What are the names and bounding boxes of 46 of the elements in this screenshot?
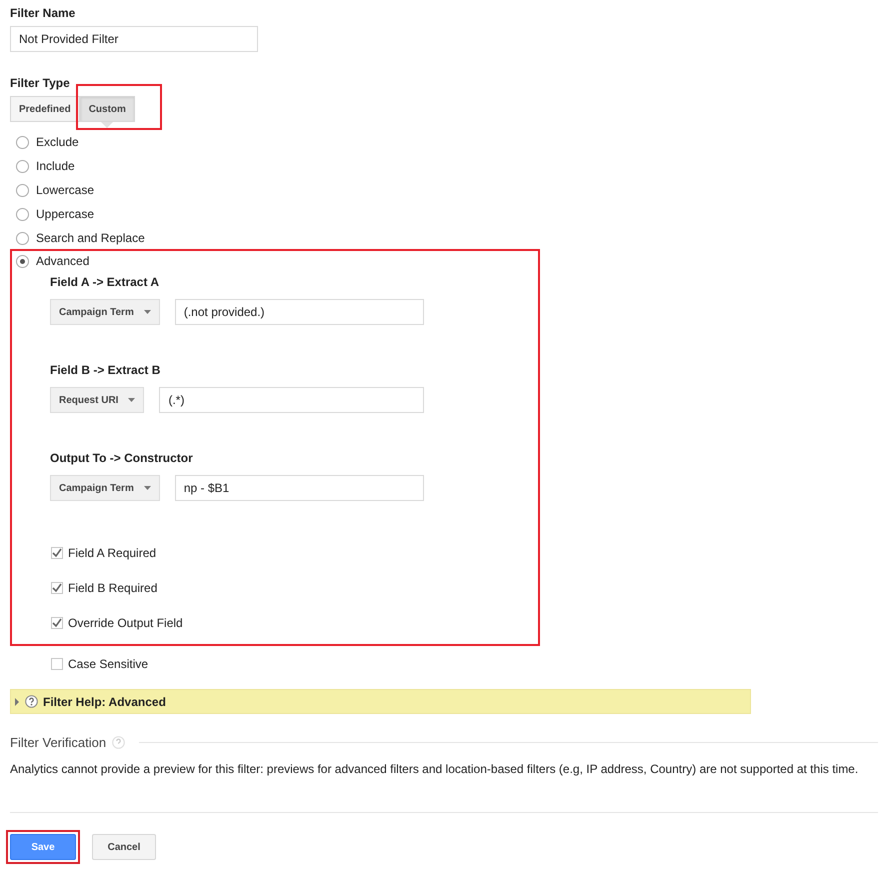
- checkbox-label: Override Output Field: [68, 616, 183, 630]
- checkbox-label: Field A Required: [68, 546, 156, 560]
- help-icon: [25, 695, 38, 708]
- radio-label: Exclude: [36, 135, 79, 149]
- text-field[interactable]: (.*): [159, 387, 424, 413]
- field-label: Filter Type: [10, 76, 71, 90]
- radio-button[interactable]: [16, 208, 29, 220]
- dropdown[interactable]: Request URI: [50, 387, 144, 413]
- verification-message: Analytics cannot provide a preview for this filter: previews for advanced filters and location-based filters (e.g, IP address, Country) are not supported at this time.: [10, 762, 860, 776]
- section-title: Filter Verification: [10, 735, 106, 750]
- radio-label: Uppercase: [36, 207, 94, 221]
- checkbox[interactable]: [51, 658, 63, 670]
- cancel-button[interactable]: Cancel: [92, 834, 156, 860]
- checkbox-label: Case Sensitive: [68, 656, 148, 670]
- radio-label: Include: [36, 159, 75, 173]
- caret-icon: [128, 398, 136, 402]
- radio-button[interactable]: [16, 160, 29, 172]
- text-field[interactable]: (.not provided.): [174, 299, 424, 325]
- radio-label: Lowercase: [36, 183, 94, 197]
- text-field[interactable]: np - $B1: [174, 475, 424, 501]
- expand-arrow-icon: [14, 698, 20, 706]
- field-label: Filter Name: [10, 6, 76, 20]
- caret-icon: [144, 310, 151, 314]
- radio-button[interactable]: [16, 254, 29, 268]
- radio-label: Search and Replace: [36, 231, 145, 245]
- radio-button[interactable]: [16, 136, 29, 148]
- checkbox-label: Field B Required: [68, 580, 158, 594]
- field-label: Output To -> Constructor: [50, 451, 194, 465]
- filter-name-field[interactable]: Not Provided Filter: [10, 26, 258, 52]
- help-bar[interactable]: Filter Help: Advanced: [10, 689, 751, 714]
- caret-icon: [144, 486, 151, 490]
- field-label: Field A -> Extract A: [50, 275, 160, 289]
- pointer-icon: [101, 122, 114, 128]
- radio-button[interactable]: [16, 232, 29, 244]
- dropdown[interactable]: Campaign Term: [50, 475, 160, 501]
- radio-button[interactable]: [16, 184, 29, 196]
- help-label: Filter Help: Advanced: [43, 694, 166, 708]
- filter-type-tab[interactable]: Custom: [80, 96, 135, 122]
- help-icon: [112, 736, 126, 749]
- radio-label: Advanced: [36, 254, 90, 268]
- field-label: Field B -> Extract B: [50, 363, 162, 377]
- checkbox[interactable]: [51, 616, 63, 628]
- filter-type-tab[interactable]: Predefined: [10, 96, 80, 122]
- dropdown[interactable]: Campaign Term: [50, 299, 160, 325]
- checkbox[interactable]: [51, 546, 63, 558]
- checkbox[interactable]: [51, 582, 63, 594]
